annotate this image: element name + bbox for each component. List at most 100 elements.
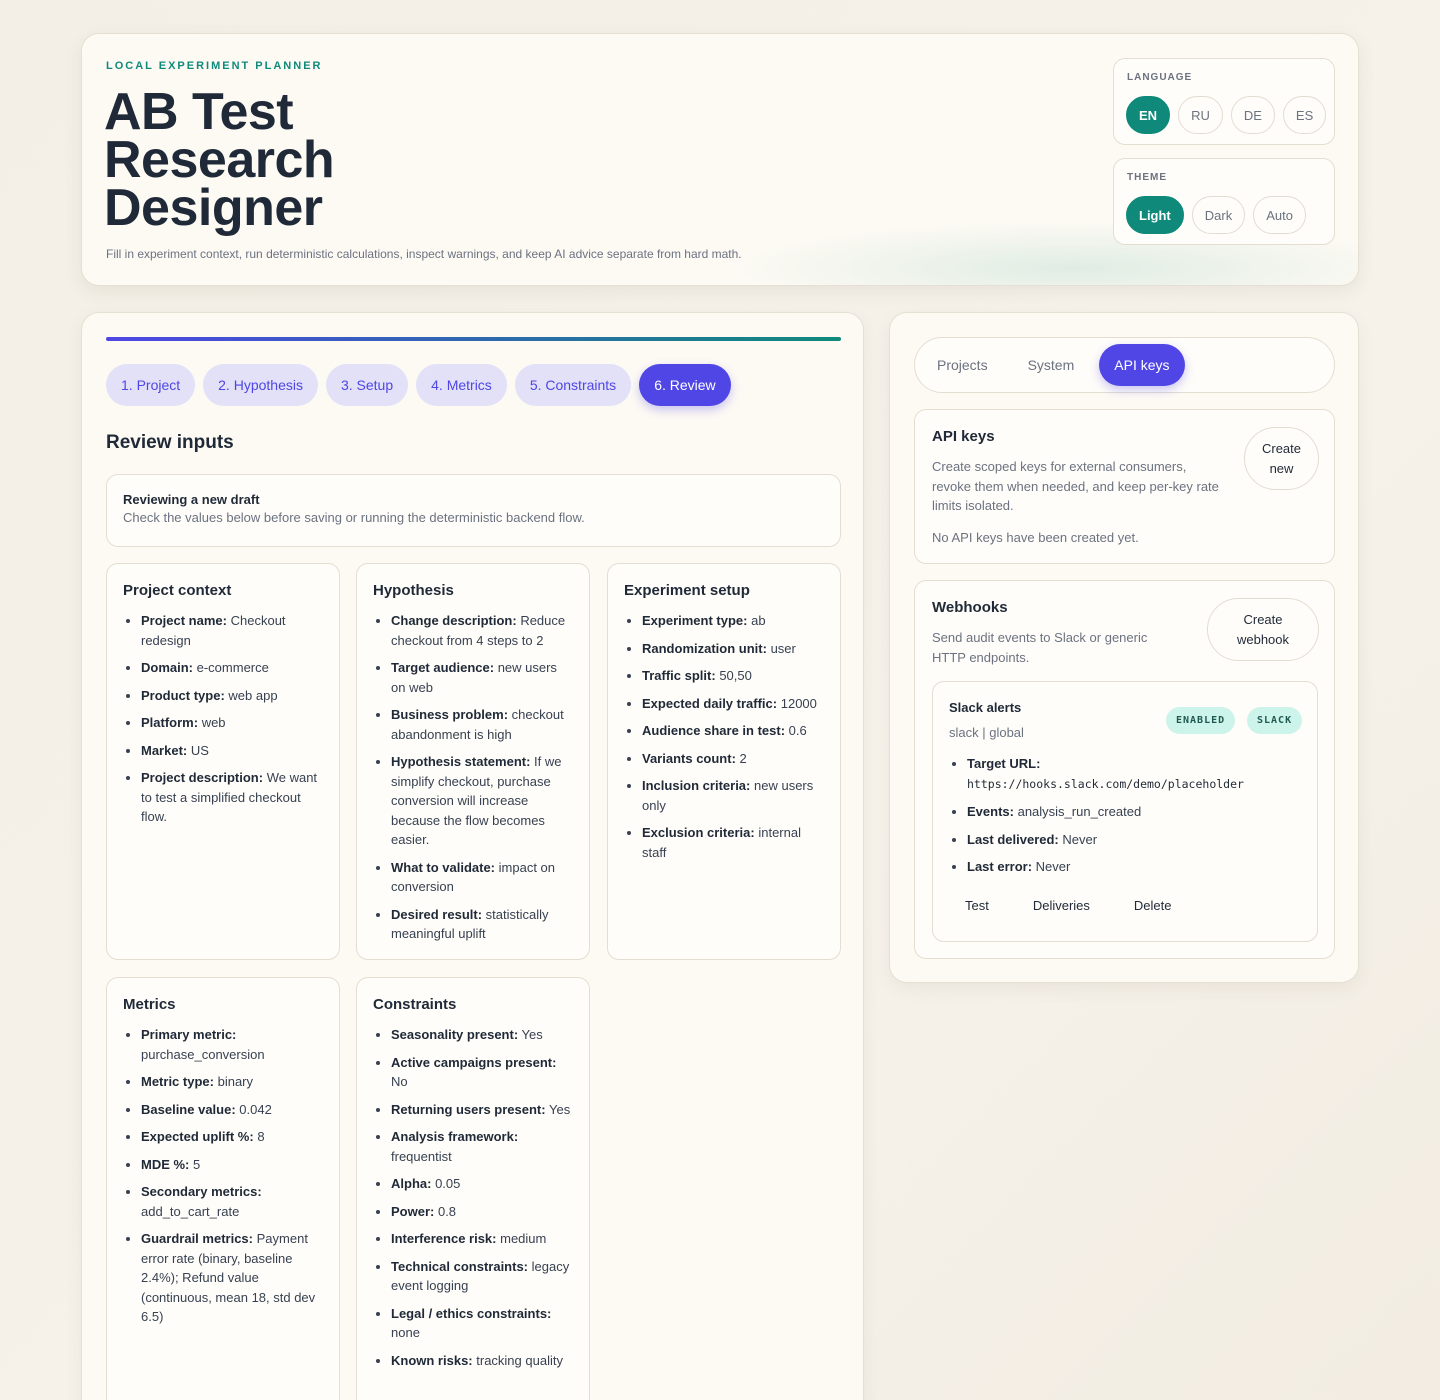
review-field: Target audience: new users on web	[391, 658, 573, 697]
wizard-progress-bar	[106, 337, 841, 341]
review-field: What to validate: impact on conversion	[391, 858, 573, 897]
language-option-de[interactable]: DE	[1230, 96, 1275, 134]
field-label: Analysis framework:	[391, 1129, 519, 1144]
field-value: 0.042	[239, 1101, 272, 1117]
language-selector: LANGUAGE EN RU DE ES	[1113, 58, 1335, 145]
review-field: Expected uplift %: 8	[141, 1127, 323, 1147]
review-field: Returning users present: Yes	[391, 1100, 573, 1120]
step-review[interactable]: 6. Review	[639, 364, 731, 406]
field-value: 0.05	[435, 1176, 461, 1191]
wizard-panel: 1. Project 2. Hypothesis 3. Setup 4. Met…	[81, 312, 864, 1400]
field-value: No	[391, 1074, 408, 1089]
field-label: Technical constraints:	[391, 1258, 529, 1274]
page-title: AB Test Research Designer	[104, 83, 335, 237]
wizard-steps: 1. Project 2. Hypothesis 3. Setup 4. Met…	[106, 364, 731, 406]
field-label: What to validate:	[391, 859, 496, 875]
webhook-delete-button[interactable]: Delete	[1117, 888, 1188, 922]
field-value: 8	[257, 1129, 265, 1144]
field-label: Alpha:	[391, 1176, 432, 1191]
field-label: Product type:	[141, 687, 225, 703]
review-field: Domain: e-commerce	[141, 658, 323, 678]
field-label: Experiment type:	[642, 613, 748, 628]
app-header: LOCAL EXPERIMENT PLANNER AB Test Researc…	[81, 33, 1359, 286]
review-field: Guardrail metrics: Payment error rate (b…	[141, 1229, 323, 1327]
draft-notice: Reviewing a new draft Check the values b…	[106, 474, 841, 547]
field-label: Variants count:	[642, 750, 736, 766]
step-constraints[interactable]: 5. Constraints	[514, 364, 632, 406]
step-project[interactable]: 1. Project	[106, 364, 196, 406]
api-keys-empty-state: No API keys have been created yet.	[932, 530, 1139, 545]
field-label: Returning users present:	[391, 1101, 546, 1117]
language-option-ru[interactable]: RU	[1178, 96, 1223, 134]
review-field: Platform: web	[141, 713, 323, 733]
webhook-deliveries-button[interactable]: Deliveries	[1016, 888, 1106, 922]
field-label: Change description:	[391, 613, 517, 628]
field-label: Project description:	[141, 770, 264, 785]
language-label: LANGUAGE	[1127, 72, 1193, 83]
card-hypothesis: Hypothesis Change description: Reduce ch…	[356, 563, 590, 960]
webhooks-panel: Webhooks Send audit events to Slack or g…	[914, 580, 1335, 959]
webhook-details: Target URL:https://hooks.slack.com/demo/…	[967, 754, 1307, 885]
field-label: Project name:	[141, 613, 227, 628]
review-field: Secondary metrics: add_to_cart_rate	[141, 1182, 323, 1221]
review-field: Experiment type: ab	[642, 611, 824, 631]
theme-selector: THEME Light Dark Auto	[1113, 158, 1335, 245]
language-option-es[interactable]: ES	[1282, 96, 1327, 134]
card-experiment-setup: Experiment setup Experiment type: ab Rand…	[607, 563, 841, 960]
field-label: Traffic split:	[642, 668, 716, 683]
card-title: Hypothesis	[373, 582, 454, 599]
admin-sidebar: Projects System API keys API keys Create…	[889, 312, 1359, 983]
draft-subtitle: Check the values below before saving or …	[123, 510, 585, 525]
field-value: purchase_conversion	[141, 1046, 265, 1062]
review-field: Power: 0.8	[391, 1202, 573, 1222]
field-label: Market:	[141, 742, 188, 758]
theme-option-dark[interactable]: Dark	[1191, 196, 1246, 234]
review-field: Primary metric: purchase_conversion	[141, 1025, 323, 1064]
webhook-last-delivered: Last delivered: Never	[967, 830, 1307, 850]
webhooks-title: Webhooks	[932, 599, 1008, 616]
webhook-target-url: Target URL:https://hooks.slack.com/demo/…	[967, 754, 1307, 794]
field-value: binary	[217, 1074, 254, 1089]
theme-option-light[interactable]: Light	[1126, 196, 1184, 234]
webhook-last-error: Last error: Never	[967, 857, 1307, 877]
field-value: add_to_cart_rate	[141, 1203, 240, 1219]
api-keys-description: Create scoped keys for external consumer…	[932, 459, 1219, 513]
app-eyebrow: LOCAL EXPERIMENT PLANNER	[106, 60, 323, 72]
api-keys-panel: API keys Create scoped keys for external…	[914, 409, 1335, 564]
field-label: Metric type:	[141, 1074, 214, 1089]
field-label: Interference risk:	[391, 1231, 497, 1246]
field-value: 0.8	[437, 1203, 457, 1219]
review-field: Market: US	[141, 741, 323, 761]
field-value: e-commerce	[196, 660, 269, 675]
webhook-name: Slack alerts	[949, 700, 1022, 715]
create-webhook-button[interactable]: Create webhook	[1207, 598, 1319, 661]
field-label: Target audience:	[391, 660, 495, 675]
step-setup[interactable]: 3. Setup	[325, 364, 409, 406]
tab-system[interactable]: System	[1013, 344, 1090, 386]
review-field: Baseline value: 0.042	[141, 1100, 323, 1120]
create-api-key-button[interactable]: Create new	[1244, 427, 1319, 490]
field-label: Primary metric:	[141, 1027, 237, 1042]
review-field: Variants count: 2	[642, 749, 824, 769]
card-title: Experiment setup	[624, 582, 750, 599]
step-hypothesis[interactable]: 2. Hypothesis	[203, 364, 318, 406]
review-field: Known risks: tracking quality	[391, 1351, 573, 1371]
review-field: Interference risk: medium	[391, 1229, 573, 1249]
webhook-test-button[interactable]: Test	[949, 888, 1005, 922]
field-label: Guardrail metrics:	[141, 1231, 253, 1246]
theme-option-auto[interactable]: Auto	[1253, 196, 1306, 234]
field-value: medium	[500, 1231, 547, 1246]
field-value: none	[391, 1325, 420, 1340]
field-label: Randomization unit:	[642, 640, 767, 656]
field-value: 5	[193, 1156, 201, 1172]
field-value: 2	[739, 750, 747, 766]
field-value: web app	[228, 687, 278, 703]
step-metrics[interactable]: 4. Metrics	[416, 364, 507, 406]
page-subtitle: Fill in experiment context, run determin…	[106, 247, 742, 261]
review-field: Traffic split: 50,50	[642, 666, 824, 686]
field-label: Secondary metrics:	[141, 1184, 262, 1199]
tab-projects[interactable]: Projects	[922, 344, 1003, 386]
review-field: Analysis framework: frequentist	[391, 1127, 573, 1166]
language-option-en[interactable]: EN	[1126, 96, 1171, 134]
tab-api-keys[interactable]: API keys	[1099, 344, 1185, 386]
